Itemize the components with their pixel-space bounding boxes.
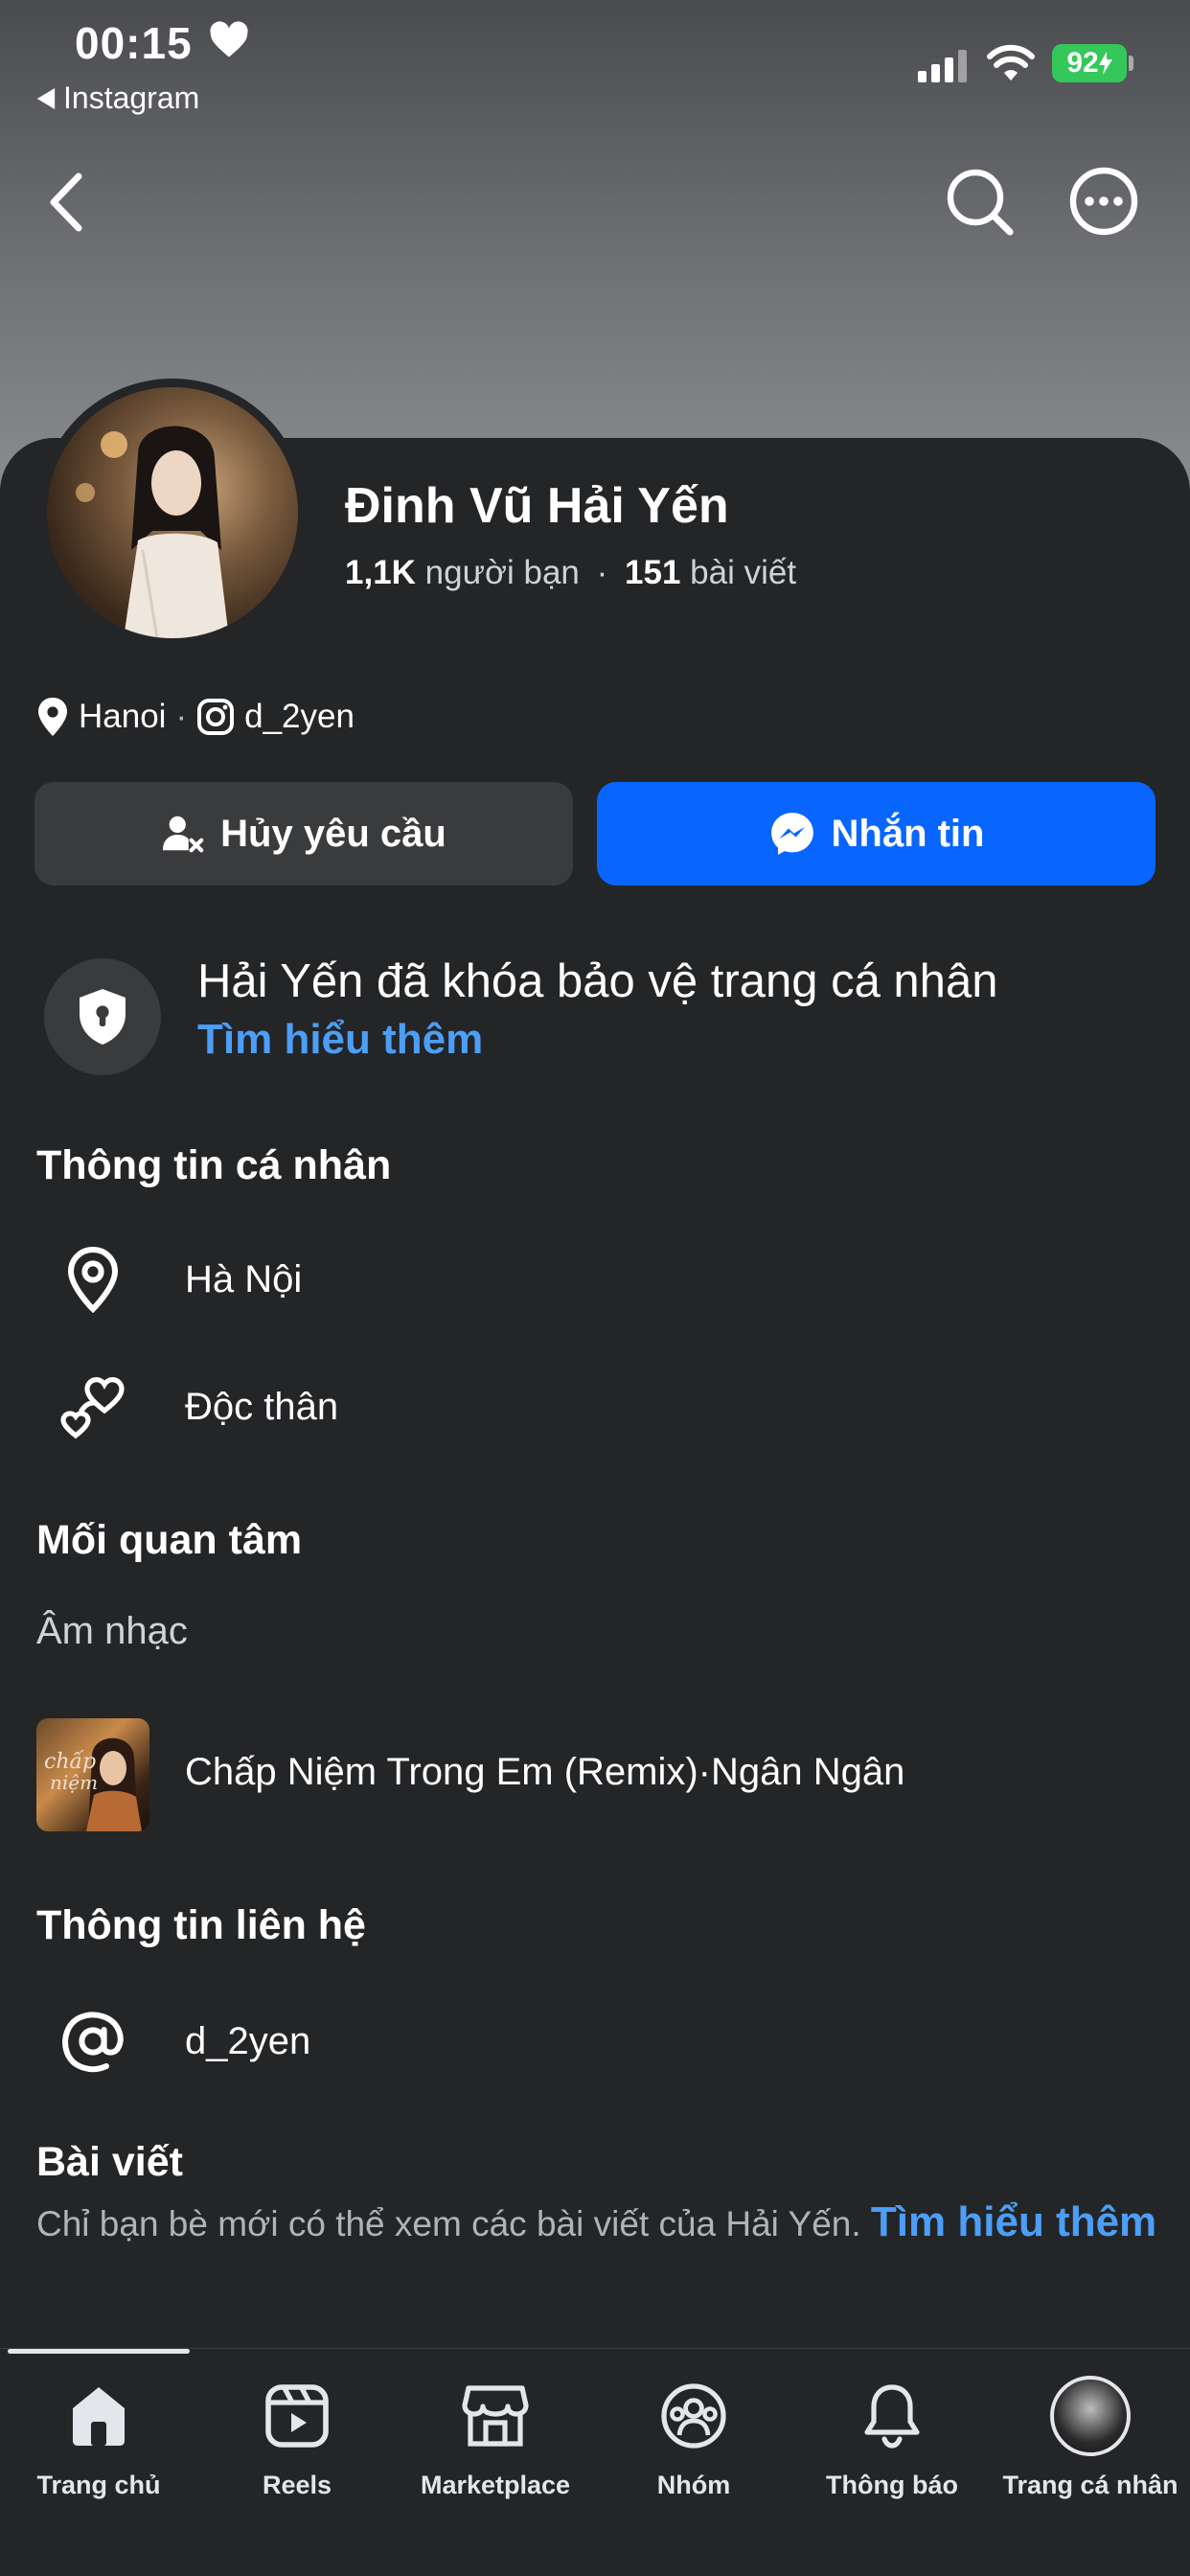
locked-profile-notice: Hải Yến đã khóa bảo vệ trang cá nhân Tìm… [44, 954, 1156, 1079]
contact-handle[interactable]: d_2yen [185, 2020, 310, 2063]
tab-home-label: Trang chủ [36, 2471, 161, 2499]
info-location: Hà Nội [185, 1257, 303, 1300]
instagram-handle[interactable]: d_2yen [244, 698, 355, 736]
chevron-left-icon [50, 172, 82, 232]
info-row-contact: d_2yen [56, 1998, 310, 2084]
friends-label[interactable]: người bạn [425, 554, 580, 591]
location-pin-icon [38, 698, 67, 736]
locked-learn-more-link[interactable]: Tìm hiểu thêm [197, 1016, 483, 1064]
meta-dot: · [175, 698, 188, 735]
tab-marketplace-label: Marketplace [420, 2471, 571, 2499]
location-icon [56, 1246, 130, 1313]
groups-icon [659, 2375, 728, 2457]
locked-profile-text: Hải Yến đã khóa bảo vệ trang cá nhân [197, 955, 998, 1007]
tab-notifications-label: Thông báo [826, 2471, 958, 2499]
tab-home[interactable]: Trang chủ [0, 2375, 197, 2509]
interest-song-title[interactable]: Chấp Niệm Trong Em (Remix)·Ngân Ngân [185, 1751, 904, 1794]
avatar-photo [47, 387, 298, 638]
posts-label: bài viết [690, 554, 797, 591]
profile-sheet [0, 438, 1190, 2576]
tab-profile[interactable]: Trang cá nhân [992, 2375, 1189, 2509]
tab-profile-label: Trang cá nhân [1002, 2471, 1179, 2499]
active-tab-indicator [8, 2349, 190, 2354]
location-short: Hanoi [79, 698, 167, 735]
battery-level: 92 [1066, 47, 1099, 79]
info-relationship: Độc thân [185, 1385, 339, 1428]
relationship-hearts-icon [56, 1372, 130, 1441]
status-bar: 00:15 Instagram 92 [0, 0, 1190, 125]
profile-avatar-icon [1050, 2375, 1131, 2457]
wifi-icon [987, 44, 1035, 87]
personal-info-heading: Thông tin cá nhân [36, 1142, 392, 1188]
cancel-request-label: Hủy yêu cầu [220, 812, 446, 855]
bell-icon [860, 2375, 924, 2457]
posts-description-text: Chỉ bạn bè mới có thể xem các bài viết c… [36, 2204, 861, 2243]
instagram-icon [197, 699, 235, 735]
tab-groups[interactable]: Nhóm [595, 2375, 792, 2509]
at-sign-icon [56, 2007, 130, 2076]
shield-lock-icon [44, 958, 161, 1075]
friends-count[interactable]: 1,1K [345, 554, 416, 591]
message-button[interactable]: Nhắn tin [597, 782, 1156, 886]
svg-text:niệm: niệm [50, 1771, 98, 1794]
battery-nub [1129, 56, 1133, 71]
messenger-icon [770, 813, 813, 855]
posts-count: 151 [625, 554, 681, 591]
search-icon [947, 169, 1014, 236]
reels-icon [263, 2375, 331, 2457]
posts-description: Chỉ bạn bè mới có thể xem các bài viết c… [36, 2196, 1157, 2249]
charging-bolt-icon [1098, 52, 1112, 75]
stats-separator: · [596, 554, 608, 591]
profile-meta: Hanoi · d_2yen [36, 698, 355, 736]
posts-heading: Bài viết [36, 2139, 183, 2185]
interests-heading: Mối quan tâm [36, 1517, 303, 1563]
cancel-request-button[interactable]: Hủy yêu cầu [34, 782, 573, 886]
status-time: 00:15 [75, 18, 193, 68]
message-label: Nhắn tin [831, 812, 985, 855]
posts-learn-more-link[interactable]: Tìm hiểu thêm [871, 2198, 1156, 2245]
contact-info-heading: Thông tin liên hệ [36, 1902, 366, 1948]
info-row-location: Hà Nội [56, 1236, 302, 1322]
cancel-friend-request-icon [163, 816, 204, 853]
tab-marketplace[interactable]: Marketplace [397, 2375, 594, 2509]
battery-indicator: 92 [1052, 44, 1127, 82]
home-icon [65, 2375, 132, 2457]
more-horizontal-icon [1069, 167, 1138, 236]
search-button[interactable] [943, 165, 1016, 242]
info-row-relationship: Độc thân [56, 1364, 338, 1450]
signal-icon [918, 50, 968, 87]
back-app-label: Instagram [63, 80, 200, 115]
tab-reels[interactable]: Reels [198, 2375, 396, 2509]
tab-notifications[interactable]: Thông báo [793, 2375, 991, 2509]
profile-stats: 1,1K người bạn · 151 bài viết [345, 554, 796, 592]
tab-groups-label: Nhóm [656, 2471, 731, 2499]
more-options-button[interactable] [1067, 165, 1140, 242]
tab-reels-label: Reels [262, 2471, 332, 2499]
interests-category: Âm nhạc [36, 1610, 188, 1652]
back-button[interactable] [40, 169, 94, 241]
heart-icon [209, 21, 249, 64]
profile-avatar[interactable] [38, 379, 307, 647]
profile-name: Đinh Vũ Hải Yến [345, 478, 729, 534]
marketplace-icon [461, 2375, 530, 2457]
back-to-app[interactable]: Instagram [36, 80, 199, 116]
back-triangle-icon [36, 87, 56, 109]
song-album-art[interactable]: chấp niệm [36, 1718, 149, 1831]
